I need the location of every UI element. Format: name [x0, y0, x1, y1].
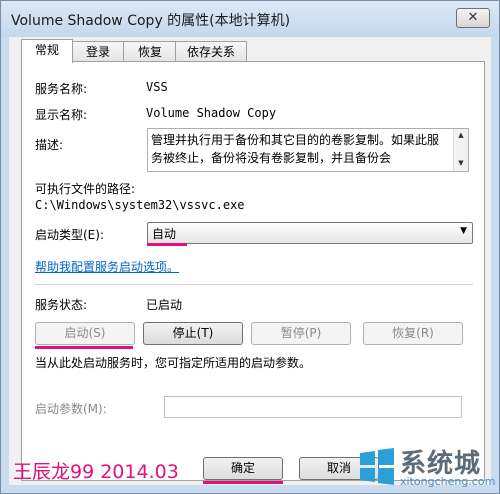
service-status-value: 已启动: [146, 298, 183, 312]
highlight-underline-ok: [203, 481, 283, 484]
chevron-down-icon: ▼: [460, 226, 467, 236]
site-logo: 系统城 xitongcheng.com: [356, 441, 496, 493]
close-button[interactable]: ✕: [456, 8, 490, 28]
startup-hint: 当从此处启动服务时，您可指定所适用的启动参数。: [35, 356, 312, 370]
dialog-body: 常规 登录 恢复 依存关系 服务名称: VSS 显示名称: Volume Sha…: [9, 37, 491, 485]
general-panel: 服务名称: VSS 显示名称: Volume Shadow Copy 描述: 管…: [21, 61, 485, 481]
path-value: C:\Windows\system32\vssvc.exe: [35, 198, 245, 212]
author-watermark: 王辰龙99 2014.03: [13, 461, 179, 483]
service-name-value: VSS: [146, 80, 168, 94]
service-status-label: 服务状态:: [35, 298, 88, 312]
pause-button[interactable]: 暂停(P): [251, 322, 351, 345]
description-text: 管理并执行用于备份和其它目的的卷影复制。如果此服务被终止，备份将没有卷影复制，并…: [151, 133, 440, 165]
display-name-label: 显示名称:: [35, 108, 88, 122]
resume-button[interactable]: 恢复(R): [363, 322, 463, 345]
highlight-underline: [147, 243, 187, 246]
ok-button[interactable]: 确定: [203, 457, 283, 480]
startup-type-value: 自动: [152, 227, 177, 241]
description-scrollbar[interactable]: ▲ ▼: [453, 129, 468, 171]
description-box[interactable]: 管理并执行用于备份和其它目的的卷影复制。如果此服务被终止，备份将没有卷影复制，并…: [147, 128, 469, 172]
windows-logo-icon: [360, 448, 394, 485]
help-link[interactable]: 帮助我配置服务启动选项。: [35, 258, 179, 275]
tab-general[interactable]: 常规: [21, 39, 73, 63]
startup-type-select[interactable]: 自动 ▼: [147, 222, 473, 244]
startup-type-label: 启动类型(E):: [35, 228, 104, 242]
window-title: Volume Shadow Copy 的属性(本地计算机): [11, 13, 291, 29]
highlight-underline-start: [35, 346, 133, 349]
tab-recovery[interactable]: 恢复: [123, 41, 177, 62]
scroll-up-icon[interactable]: ▲: [454, 131, 468, 139]
display-name-value: Volume Shadow Copy: [146, 106, 277, 120]
scroll-down-icon[interactable]: ▼: [454, 159, 468, 167]
service-name-label: 服务名称:: [35, 82, 88, 96]
tab-dependencies[interactable]: 依存关系: [175, 41, 247, 62]
properties-dialog: Volume Shadow Copy 的属性(本地计算机) ✕ 常规 登录 恢复…: [0, 0, 500, 494]
title-bar: Volume Shadow Copy 的属性(本地计算机) ✕: [1, 1, 499, 37]
start-params-input[interactable]: [164, 396, 462, 418]
description-label: 描述:: [35, 138, 64, 152]
start-params-label: 启动参数(M):: [35, 402, 107, 416]
stop-button[interactable]: 停止(T): [143, 322, 243, 345]
start-button[interactable]: 启动(S): [35, 322, 135, 345]
site-logo-url: xitongcheng.com: [400, 475, 496, 488]
path-label: 可执行文件的路径:: [35, 182, 136, 196]
separator: [35, 284, 473, 285]
tab-logon[interactable]: 登录: [71, 41, 125, 62]
